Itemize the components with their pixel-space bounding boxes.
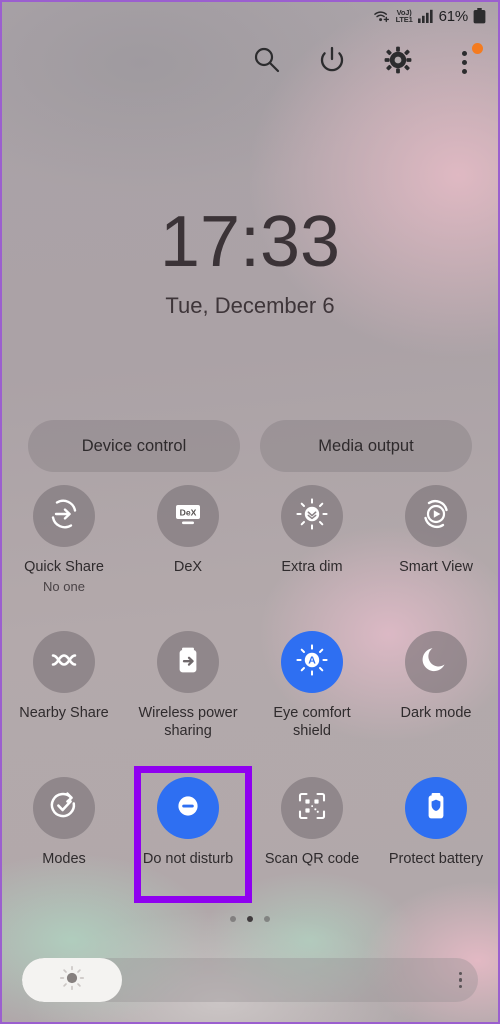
status-bar: VoJ) LTE1 61% [2, 2, 498, 30]
page-dot-active[interactable] [247, 916, 253, 922]
svg-text:DeX: DeX [180, 507, 197, 517]
tile-icon-wrap [281, 777, 343, 839]
tile-icon-wrap [405, 777, 467, 839]
header-actions [246, 42, 484, 82]
media-output-label: Media output [318, 436, 414, 455]
dex-icon: DeX [171, 497, 205, 536]
tile-label: Protect battery [388, 851, 484, 867]
tile-icon-wrap [281, 485, 343, 547]
tile-label: Do not disturb [142, 851, 234, 867]
tile-sublabel: No one [43, 579, 85, 595]
tile-icon-wrap: DeX [157, 485, 219, 547]
tile-icon-wrap [157, 631, 219, 693]
tile-row: Quick Share No one DeX DeX Extra dim Sma… [2, 485, 498, 631]
quick-settings-panel: VoJ) LTE1 61% 17:33 Tue, December 6 Devi… [0, 0, 500, 1024]
volte-line-2: LTE1 [395, 15, 413, 24]
smart-view-icon [419, 497, 453, 536]
clock-time: 17:33 [159, 202, 341, 282]
page-indicator[interactable] [2, 916, 498, 922]
signal-bars-icon [417, 9, 434, 23]
tile-label: Quick Share [24, 559, 104, 575]
clock-date: Tue, December 6 [165, 293, 335, 318]
tile-row: Nearby Share Wireless power sharing A Ey… [2, 631, 498, 777]
power-icon [318, 46, 346, 79]
svg-text:A: A [308, 654, 316, 666]
eye-comfort-shield-icon: A [295, 643, 329, 682]
tile-icon-wrap [33, 485, 95, 547]
tile-label: Extra dim [281, 559, 343, 575]
tile-row: Modes Do not disturb Scan QR code Protec… [2, 777, 498, 923]
more-vertical-icon [458, 971, 462, 976]
tile-protect-battery[interactable]: Protect battery [374, 777, 498, 923]
settings-button[interactable] [378, 42, 418, 82]
tile-icon-wrap: A [281, 631, 343, 693]
clock-block: 17:33 Tue, December 6 [2, 206, 498, 319]
brightness-slider[interactable] [22, 958, 478, 1002]
tile-icon-wrap [157, 777, 219, 839]
qr-code-icon [295, 789, 329, 828]
page-dot[interactable] [264, 916, 270, 922]
page-dot[interactable] [230, 916, 236, 922]
battery-percent-label: 61% [438, 7, 469, 25]
volte-indicator: VoJ) LTE1 [395, 9, 413, 24]
device-control-label: Device control [81, 436, 187, 455]
tile-grid: Quick Share No one DeX DeX Extra dim Sma… [2, 485, 498, 923]
tile-modes[interactable]: Modes [2, 777, 126, 923]
tile-label: DeX [173, 559, 203, 575]
tile-icon-wrap [405, 485, 467, 547]
tile-smart-view[interactable]: Smart View [374, 485, 498, 631]
overflow-menu-button[interactable] [444, 42, 484, 82]
modes-icon [47, 789, 81, 828]
media-output-button[interactable]: Media output [260, 420, 472, 472]
brightness-slider-fill[interactable] [22, 958, 123, 1002]
nearby-share-icon [47, 643, 81, 682]
tile-label: Scan QR code [264, 851, 360, 867]
gear-icon [384, 46, 412, 79]
tile-label: Eye comfort shield [273, 705, 351, 740]
tile-quick-share[interactable]: Quick Share No one [2, 485, 126, 631]
battery-icon [473, 8, 486, 24]
tile-nearby-share[interactable]: Nearby Share [2, 631, 126, 777]
tile-icon-wrap [405, 631, 467, 693]
tile-label: Smart View [399, 559, 473, 575]
tile-label: Nearby Share [19, 705, 109, 721]
brightness-icon [58, 964, 86, 997]
wifi-calling-icon [373, 9, 391, 24]
moon-icon [419, 643, 453, 682]
tile-dex[interactable]: DeX DeX [126, 485, 250, 631]
extra-dim-icon [295, 497, 329, 536]
notification-badge [472, 43, 483, 54]
search-icon [253, 46, 280, 78]
tile-wireless-power-sharing[interactable]: Wireless power sharing [126, 631, 250, 777]
brightness-more-button[interactable] [458, 971, 462, 989]
wireless-power-sharing-icon [171, 643, 205, 682]
power-button[interactable] [312, 42, 352, 82]
device-control-button[interactable]: Device control [28, 420, 240, 472]
tile-do-not-disturb[interactable]: Do not disturb [126, 777, 250, 923]
search-button[interactable] [246, 42, 286, 82]
pill-row: Device control Media output [2, 420, 498, 472]
tile-icon-wrap [33, 631, 95, 693]
tile-eye-comfort-shield[interactable]: A Eye comfort shield [250, 631, 374, 777]
tile-label: Modes [42, 851, 86, 867]
more-vertical-icon [461, 50, 467, 74]
quick-share-icon [47, 497, 81, 536]
tile-icon-wrap [33, 777, 95, 839]
protect-battery-icon [419, 789, 453, 828]
do-not-disturb-icon [171, 789, 205, 828]
tile-label: Dark mode [400, 705, 472, 721]
tile-label: Wireless power sharing [138, 705, 238, 740]
tile-dark-mode[interactable]: Dark mode [374, 631, 498, 777]
tile-extra-dim[interactable]: Extra dim [250, 485, 374, 631]
tile-scan-qr-code[interactable]: Scan QR code [250, 777, 374, 923]
